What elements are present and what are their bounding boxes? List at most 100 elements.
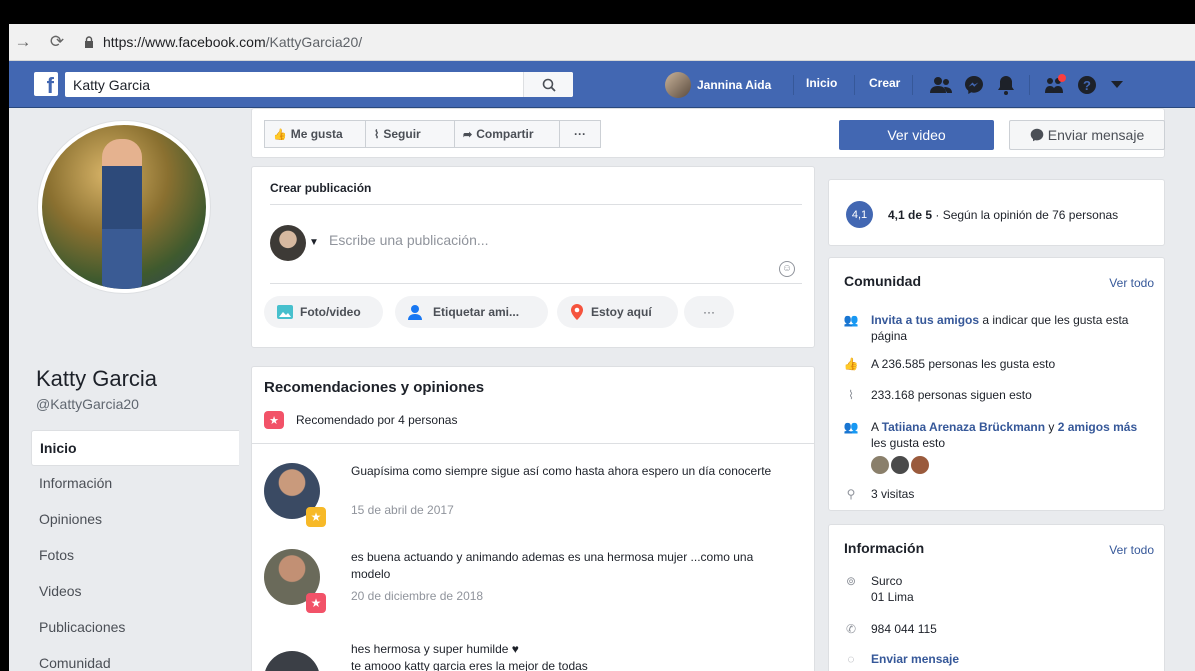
invite-friends-link[interactable]: Invita a tus amigos <box>871 313 979 327</box>
composer-avatar <box>270 225 306 261</box>
user-name: Jannina Aida <box>697 78 772 92</box>
community-see-all-link[interactable]: Ver todo <box>1109 276 1154 290</box>
nav-item-fotos[interactable]: Fotos <box>31 538 239 574</box>
notifications-bell-icon[interactable] <box>994 73 1018 97</box>
home-link[interactable]: Inicio <box>806 76 837 90</box>
friend-avatar[interactable] <box>891 456 909 474</box>
send-message-link[interactable]: Enviar mensaje <box>871 651 959 667</box>
nav-item-videos[interactable]: Videos <box>31 574 239 610</box>
address-line2: 01 Lima <box>871 590 914 604</box>
info-card: Información Ver todo ⊚ Surco 01 Lima ✆ 98… <box>828 524 1165 671</box>
thumbs-up-icon: 👍 <box>273 128 287 141</box>
rating-score: 4,1 de 5 <box>888 208 933 222</box>
more-friends-link[interactable]: 2 amigos más <box>1058 420 1137 434</box>
invite-friends-row: 👥 Invita a tus amigos a indicar que les … <box>841 312 1151 344</box>
recommended-by-text: Recomendado por 4 personas <box>296 413 458 427</box>
recommendations-title: Recomendaciones y opiniones <box>264 379 485 396</box>
reload-icon[interactable]: ⟳ <box>45 32 69 52</box>
friends-prefix: A <box>871 420 882 434</box>
divider <box>854 75 855 95</box>
rating-card[interactable]: 4,1 4,1 de 5 · Según la opinión de 76 pe… <box>828 179 1165 246</box>
nav-item-publicaciones[interactable]: Publicaciones <box>31 610 239 646</box>
phone-number[interactable]: 984 044 115 <box>871 621 937 637</box>
page-handle[interactable]: @KattyGarcia20 <box>36 396 139 412</box>
rss-icon: ⌇ <box>374 128 380 141</box>
friend-avatar[interactable] <box>871 456 889 474</box>
composer-actions: Foto/video Etiquetar ami... Estoy aquí ·… <box>264 296 804 328</box>
rss-icon: ⌇ <box>848 388 854 402</box>
friends-icon: 👥 <box>843 420 859 434</box>
photo-video-button[interactable]: Foto/video <box>264 296 383 328</box>
follow-button[interactable]: ⌇ Seguir <box>365 120 455 148</box>
like-page-button[interactable]: 👍 Me gusta <box>264 120 366 148</box>
messenger-icon[interactable] <box>962 73 986 97</box>
tag-friends-button[interactable]: Etiquetar ami... <box>395 296 548 328</box>
location-pin-icon <box>569 303 585 321</box>
profile-picture-frame[interactable] <box>38 121 210 293</box>
address-bar: → ⟳ https://www.facebook.com/KattyGarcia… <box>9 24 1195 61</box>
user-profile-link[interactable]: Jannina Aida <box>665 72 771 98</box>
post-input[interactable]: Escribe una publicación... <box>329 232 489 248</box>
address-row: ⊚ Surco 01 Lima <box>841 573 914 605</box>
friend-requests-icon[interactable] <box>929 73 953 97</box>
rating-badge: 4,1 <box>846 201 873 228</box>
divider <box>270 283 802 284</box>
follows-text: 233.168 personas siguen esto <box>871 388 1032 402</box>
visits-text: 3 visitas <box>871 487 915 501</box>
divider <box>912 75 913 95</box>
review-date[interactable]: 15 de abril de 2017 <box>351 503 454 517</box>
chevron-down-icon[interactable] <box>1105 73 1129 97</box>
share-button[interactable]: ➦ Compartir <box>454 120 560 148</box>
more-composer-options[interactable]: ··· <box>684 296 734 328</box>
nav-item-comunidad[interactable]: Comunidad <box>31 646 239 671</box>
info-see-all-link[interactable]: Ver todo <box>1109 543 1154 557</box>
page-switch-icon[interactable] <box>1043 73 1067 97</box>
reviewer-avatar[interactable] <box>264 651 320 671</box>
nav-item-informacion[interactable]: Información <box>31 466 239 502</box>
review-item: ★ Guapísima como siempre sigue así como … <box>264 463 794 553</box>
friend-avatar[interactable] <box>911 456 929 474</box>
create-link[interactable]: Crear <box>869 76 900 90</box>
like-label: Me gusta <box>290 127 343 141</box>
create-post-title: Crear publicación <box>270 181 372 195</box>
tag-friends-icon <box>407 303 427 321</box>
community-card: Comunidad Ver todo 👥 Invita a tus amigos… <box>828 257 1165 511</box>
facebook-top-bar: f Katty Garcia Jannina Aida Inicio Crear <box>9 61 1195 108</box>
url-text[interactable]: https://www.facebook.com/KattyGarcia20/ <box>103 34 362 50</box>
caret-down-icon[interactable]: ▼ <box>309 237 319 248</box>
review-text: es buena actuando y animando ademas es u… <box>351 550 754 581</box>
user-avatar <box>665 72 691 98</box>
send-message-button[interactable]: Enviar mensaje <box>1009 120 1165 150</box>
watch-video-button[interactable]: Ver video <box>839 120 994 150</box>
help-icon[interactable]: ? <box>1075 73 1099 97</box>
likes-row: 👍 A 236.585 personas les gusta esto <box>841 356 1056 372</box>
friend-name-link[interactable]: Tatiiana Arenaza Brückmann <box>882 420 1045 434</box>
search-input[interactable]: Katty Garcia <box>65 77 523 93</box>
phone-icon: ✆ <box>845 622 857 636</box>
recommendations-card: Recomendaciones y opiniones ★ Recomendad… <box>251 366 815 671</box>
nav-item-opiniones[interactable]: Opiniones <box>31 502 239 538</box>
divider <box>252 443 814 444</box>
check-in-button[interactable]: Estoy aquí <box>557 296 678 328</box>
photo-icon <box>276 304 294 320</box>
search-button[interactable] <box>523 72 573 97</box>
review-item: hes hermosa y super humilde ♥ te amooo k… <box>264 641 794 671</box>
search-box[interactable]: Katty Garcia <box>65 72 573 97</box>
thumbs-up-icon: 👍 <box>843 357 859 371</box>
recommended-summary[interactable]: ★ Recomendado por 4 personas <box>264 411 457 429</box>
review-date[interactable]: 20 de diciembre de 2018 <box>351 589 483 603</box>
back-arrow-icon[interactable]: → <box>11 32 35 52</box>
message-row: ◌ Enviar mensaje <box>841 651 959 667</box>
friends-mid: y <box>1045 420 1058 434</box>
nav-item-inicio[interactable]: Inicio <box>31 430 239 466</box>
svg-text:?: ? <box>1083 78 1091 93</box>
emoji-icon[interactable]: ☺ <box>779 261 795 277</box>
recommend-star-icon: ★ <box>264 411 284 429</box>
page-title[interactable]: Katty Garcia <box>36 366 157 392</box>
more-options-button[interactable]: ··· <box>559 120 601 148</box>
rating-detail: · Según la opinión de 76 personas <box>932 208 1119 222</box>
review-text: Guapísima como siempre sigue así como ha… <box>351 464 772 478</box>
page-actions-bar: 👍 Me gusta ⌇ Seguir ➦ Compartir ··· Ver vid… <box>251 108 1165 158</box>
facebook-logo-icon[interactable]: f <box>34 72 58 96</box>
lock-icon <box>83 36 95 48</box>
